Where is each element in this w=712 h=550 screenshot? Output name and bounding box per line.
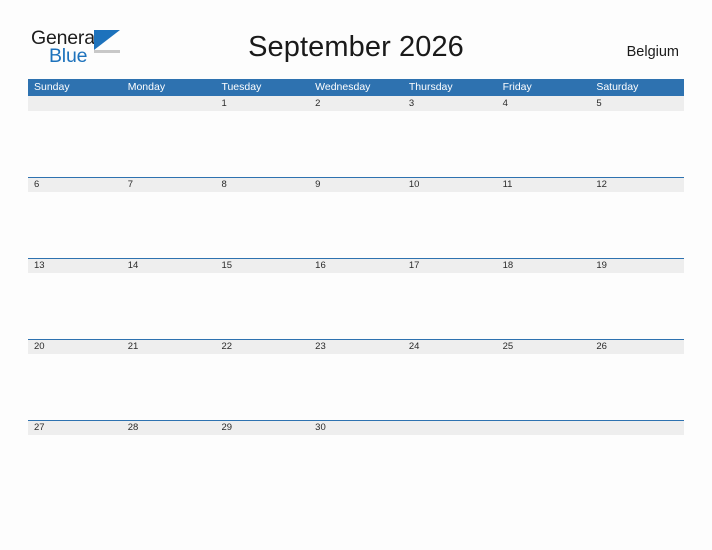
weekday-header-saturday: Saturday — [596, 81, 639, 93]
page-title: September 2026 — [248, 31, 464, 63]
week-day-cells: 27 28 29 30 — [28, 420, 684, 435]
day-cell[interactable]: 9 — [309, 177, 403, 192]
day-cell[interactable]: 24 — [403, 339, 497, 354]
day-cell[interactable]: 13 — [28, 258, 122, 273]
day-cell[interactable]: 14 — [122, 258, 216, 273]
day-cell[interactable]: 8 — [215, 177, 309, 192]
day-cell[interactable]: 4 — [497, 96, 591, 111]
day-cell[interactable]: 30 — [309, 420, 403, 435]
day-cell[interactable]: 18 — [497, 258, 591, 273]
day-cell[interactable]: 19 — [590, 258, 684, 273]
day-cell[interactable]: 5 — [590, 96, 684, 111]
day-cell[interactable] — [403, 420, 497, 435]
weekday-header-friday: Friday — [502, 81, 532, 93]
day-cell[interactable]: 1 — [215, 96, 309, 111]
calendar-week-row: 6 7 8 9 10 11 12 — [28, 177, 684, 258]
day-cell[interactable]: 3 — [403, 96, 497, 111]
day-cell[interactable] — [497, 420, 591, 435]
week-day-cells: 6 7 8 9 10 11 12 — [28, 177, 684, 192]
day-cell[interactable]: 6 — [28, 177, 122, 192]
day-cell[interactable]: 27 — [28, 420, 122, 435]
day-cell[interactable]: 26 — [590, 339, 684, 354]
weekday-header-monday: Monday — [127, 81, 166, 93]
day-cell[interactable] — [590, 420, 684, 435]
calendar-week-row: 20 21 22 23 24 25 26 — [28, 339, 684, 420]
day-cell[interactable]: 28 — [122, 420, 216, 435]
day-cell[interactable]: 22 — [215, 339, 309, 354]
country-label: Belgium — [626, 44, 679, 60]
week-day-cells: 1 2 3 4 5 — [28, 96, 684, 111]
calendar-week-row: 1 2 3 4 5 — [28, 96, 684, 177]
calendar-page: General Blue September 2026 Belgium Sund… — [0, 0, 712, 550]
day-cell[interactable]: 20 — [28, 339, 122, 354]
day-cell[interactable]: 15 — [215, 258, 309, 273]
weekday-header-wednesday: Wednesday — [315, 81, 371, 93]
day-cell[interactable]: 21 — [122, 339, 216, 354]
day-cell[interactable]: 11 — [497, 177, 591, 192]
weekday-header-row: Sunday Monday Tuesday Wednesday Thursday… — [28, 79, 684, 96]
calendar-grid: Sunday Monday Tuesday Wednesday Thursday… — [28, 79, 684, 501]
calendar-week-row: 13 14 15 16 17 18 19 — [28, 258, 684, 339]
day-cell[interactable]: 10 — [403, 177, 497, 192]
calendar-week-row: 27 28 29 30 — [28, 420, 684, 501]
weekday-header-sunday: Sunday — [34, 81, 70, 93]
week-day-cells: 20 21 22 23 24 25 26 — [28, 339, 684, 354]
day-cell[interactable]: 2 — [309, 96, 403, 111]
day-cell[interactable]: 25 — [497, 339, 591, 354]
weekday-header-tuesday: Tuesday — [221, 81, 262, 93]
day-cell[interactable]: 16 — [309, 258, 403, 273]
day-cell[interactable] — [28, 96, 122, 111]
week-day-cells: 13 14 15 16 17 18 19 — [28, 258, 684, 273]
day-cell[interactable]: 23 — [309, 339, 403, 354]
day-cell[interactable]: 12 — [590, 177, 684, 192]
day-cell[interactable]: 17 — [403, 258, 497, 273]
page-header: General Blue September 2026 Belgium — [0, 0, 712, 78]
day-cell[interactable]: 29 — [215, 420, 309, 435]
day-cell[interactable] — [122, 96, 216, 111]
day-cell[interactable]: 7 — [122, 177, 216, 192]
weekday-header-thursday: Thursday — [408, 81, 453, 93]
